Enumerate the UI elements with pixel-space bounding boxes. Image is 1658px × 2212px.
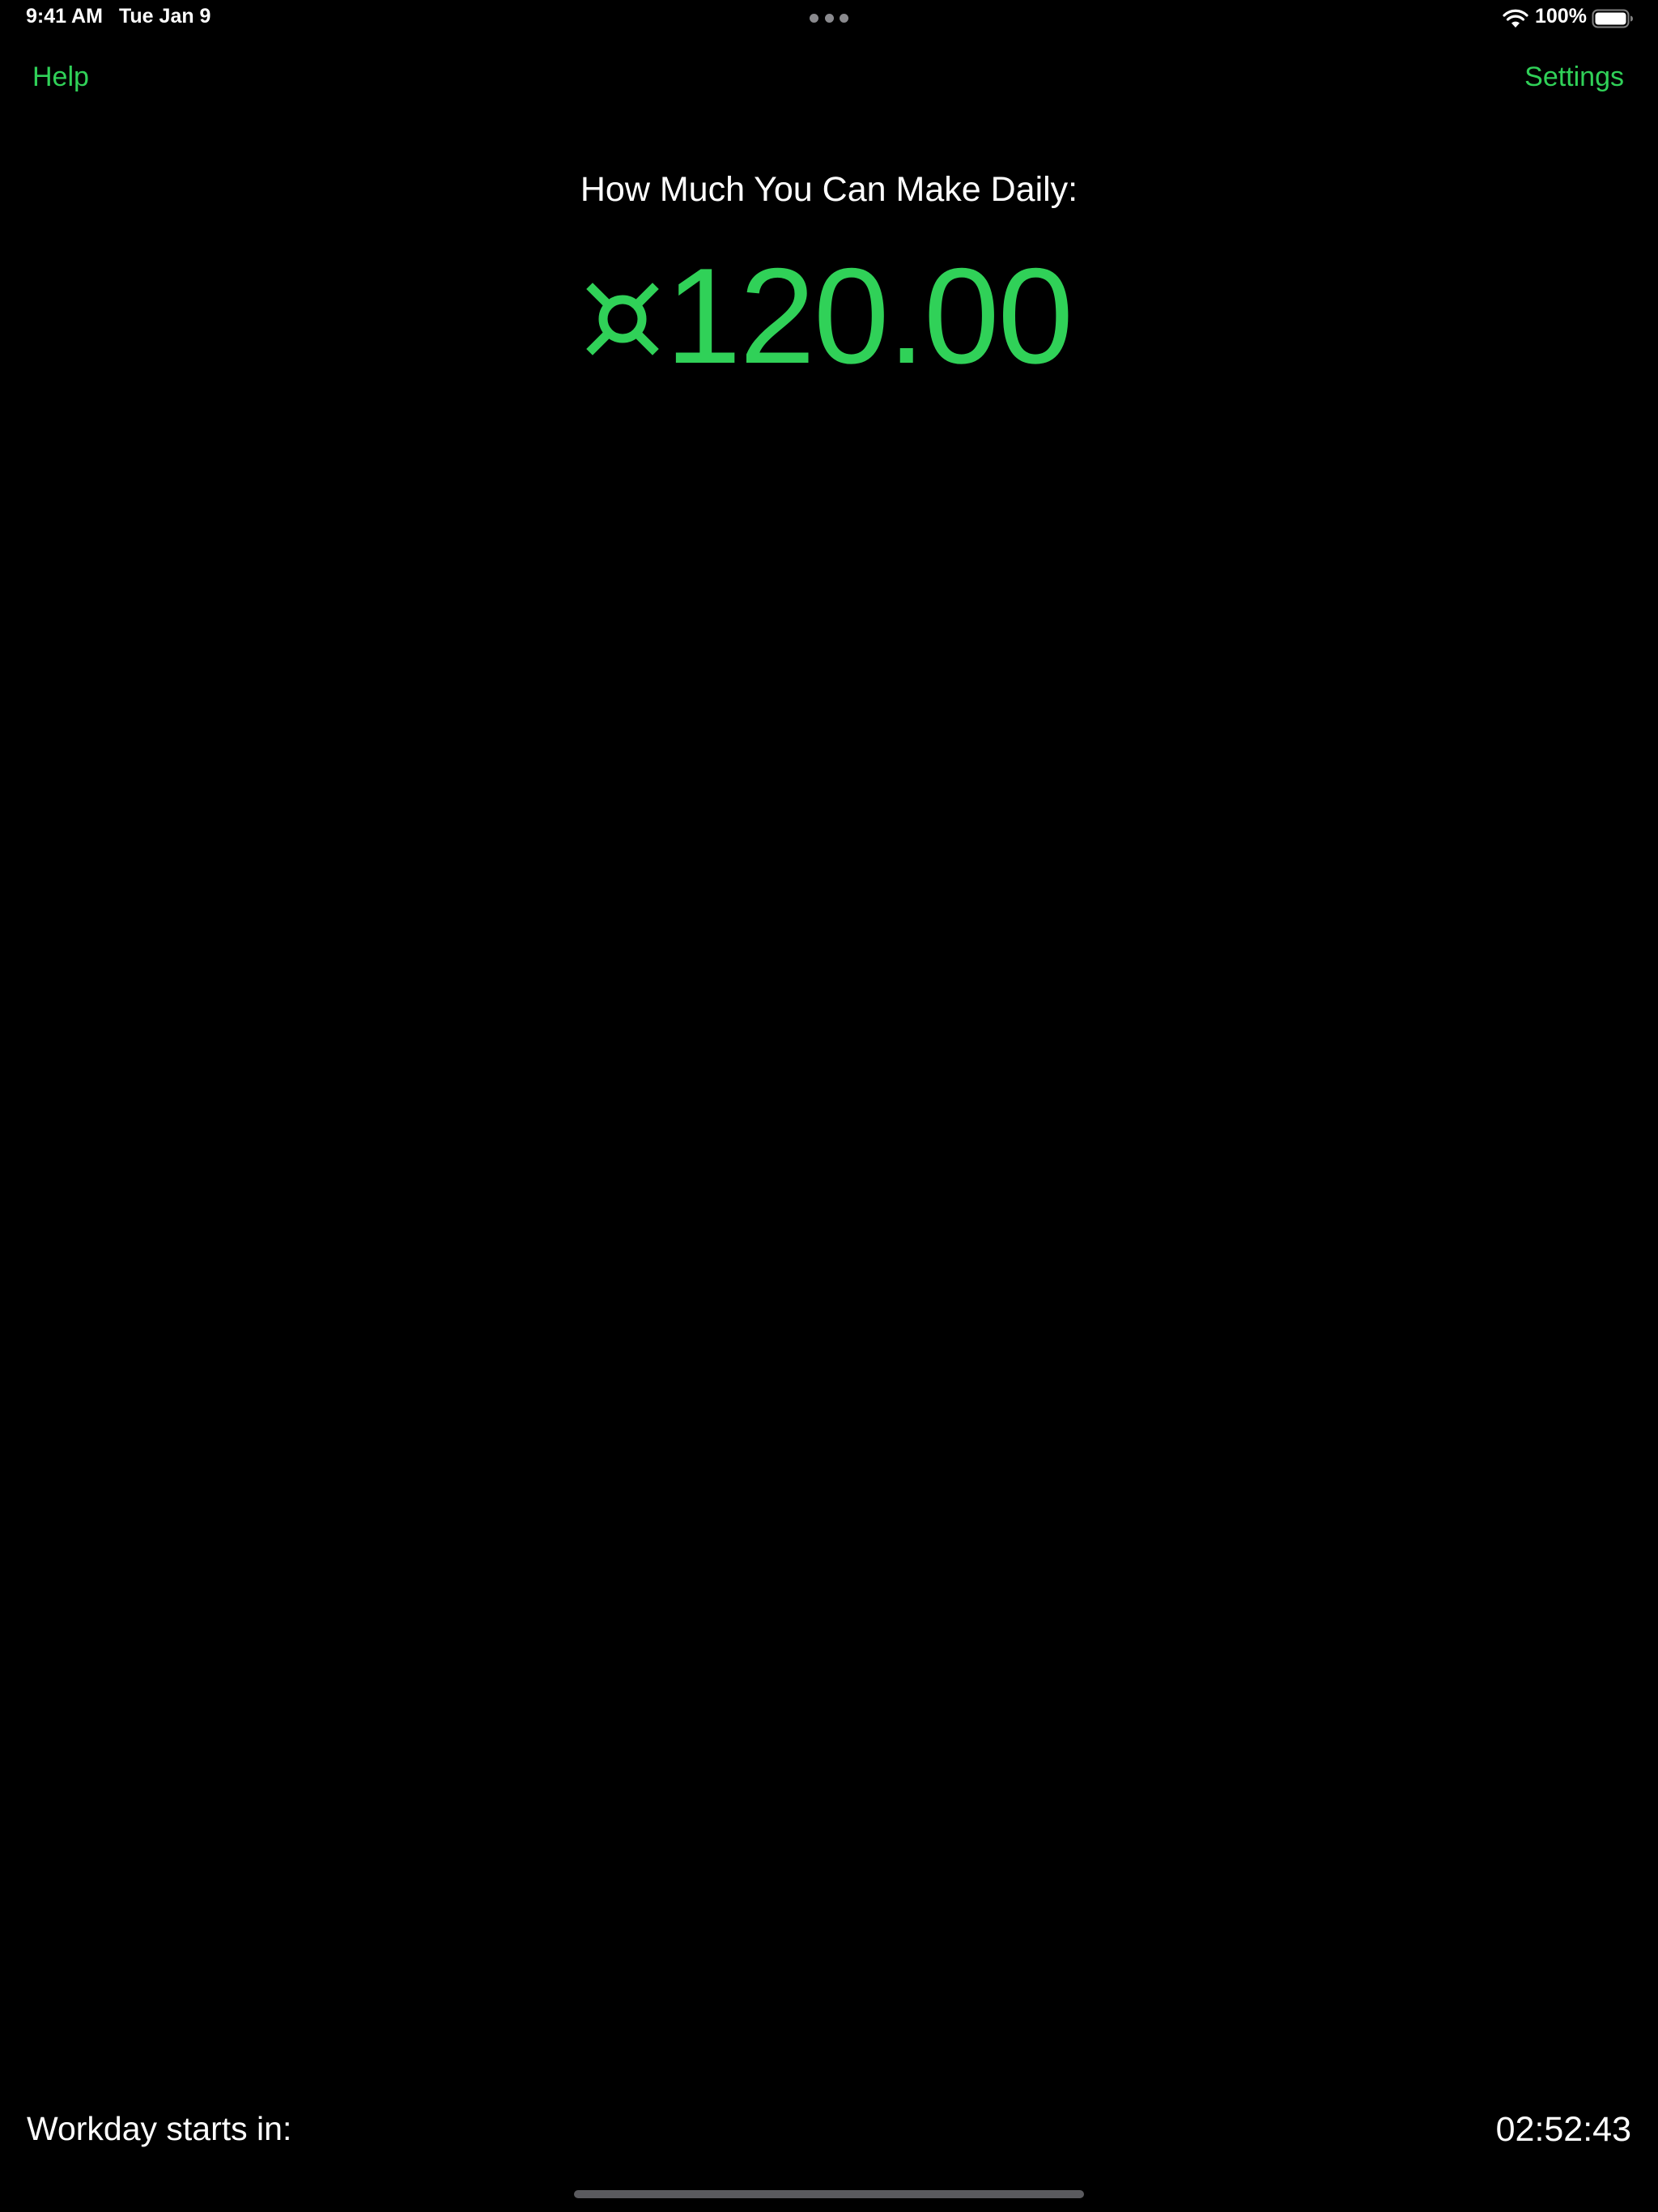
status-time: 9:41 AM (26, 5, 103, 28)
dot-icon (840, 14, 848, 23)
workday-start-label: Workday starts in: (27, 2110, 292, 2147)
dot-icon (810, 14, 818, 23)
dot-icon (824, 14, 834, 23)
status-date: Tue Jan 9 (119, 5, 211, 28)
daily-earnings-heading: How Much You Can Make Daily: (580, 170, 1078, 209)
battery-percentage: 100% (1535, 5, 1587, 28)
wifi-icon (1503, 9, 1528, 28)
help-button[interactable]: Help (32, 62, 89, 93)
status-bar: 9:41 AM Tue Jan 9 100% (0, 0, 1658, 39)
home-indicator[interactable] (574, 2190, 1084, 2198)
battery-icon (1592, 9, 1633, 28)
daily-amount-value: 120.00 (665, 240, 1073, 392)
multitasking-dots-icon[interactable] (810, 14, 848, 23)
workday-countdown: 02:52:43 (1495, 2110, 1631, 2149)
daily-amount-display: 120.00 (0, 243, 1658, 389)
generic-currency-icon (586, 283, 659, 355)
settings-button[interactable]: Settings (1524, 62, 1624, 93)
